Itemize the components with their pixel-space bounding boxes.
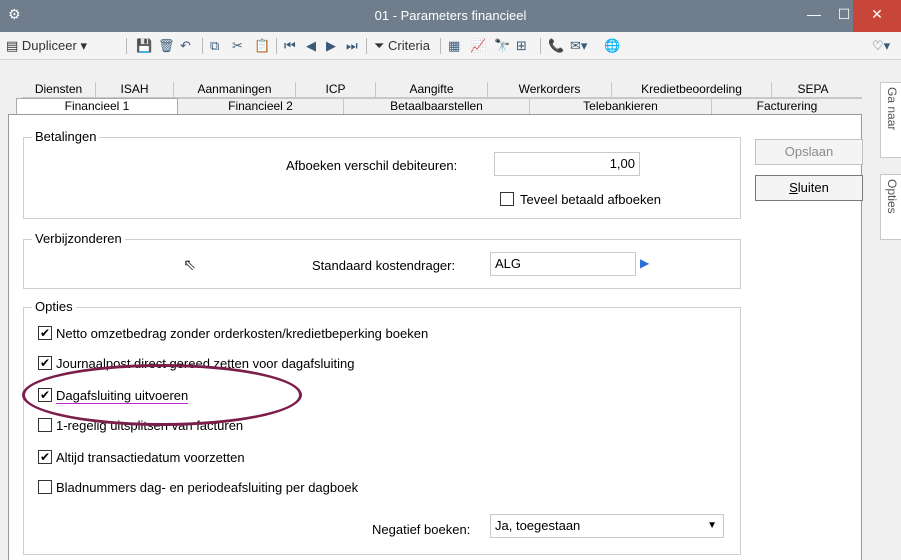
close-icon[interactable]: ✕ <box>853 0 901 32</box>
option-label-transactiedatum: Altijd transactiedatum voorzetten <box>56 450 245 465</box>
tab-aanmaningen[interactable]: Aanmaningen <box>174 82 296 98</box>
tab-diensten[interactable]: Diensten <box>22 82 96 98</box>
previous-record-icon[interactable]: ◀ <box>306 36 316 56</box>
mouse-cursor-icon: ⇖ <box>183 257 197 274</box>
tab-facturering[interactable]: Facturering <box>712 98 862 114</box>
globe-icon[interactable]: 🌐 <box>604 36 620 56</box>
option-checkbox-bladnummers[interactable] <box>38 480 52 494</box>
tab-betaalbaarstellen[interactable]: Betaalbaarstellen <box>344 98 530 114</box>
delete-icon[interactable]: 🗑 <box>158 36 175 56</box>
close-button[interactable]: Sluiten <box>755 175 863 201</box>
option-checkbox-transactiedatum[interactable]: ✔ <box>38 450 52 464</box>
grid-icon[interactable]: ⊞ <box>516 36 527 56</box>
binoculars-icon[interactable]: 🔭 <box>494 36 510 56</box>
teveel-label: Teveel betaald afboeken <box>520 192 661 207</box>
last-record-icon[interactable]: ⏭ <box>346 36 358 56</box>
option-label-netto: Netto omzetbedrag zonder orderkosten/kre… <box>56 326 429 341</box>
group-opties-title: Opties <box>32 299 76 314</box>
side-tab-opties[interactable]: Opties <box>880 174 901 240</box>
negatief-value: Ja, toegestaan <box>495 518 581 533</box>
undo-icon[interactable]: ↶ <box>180 36 191 56</box>
form-panel: Betalingen Afboeken verschil debiteuren:… <box>8 114 863 560</box>
tab-financieel-1[interactable]: Financieel 1 <box>16 98 178 115</box>
tab-telebankieren[interactable]: Telebankieren <box>530 98 712 114</box>
title-bar: ⚙ 01 - Parameters financieel — ☐ ✕ <box>0 0 901 32</box>
negatief-label: Negatief boeken: <box>372 522 471 537</box>
chevron-down-icon[interactable]: ▾ <box>80 38 87 53</box>
duplicate-label: Dupliceer <box>21 38 77 53</box>
kostendrager-label: Standaard kostendrager: <box>312 258 456 273</box>
toolbar-separator <box>540 38 541 54</box>
criteria-button[interactable]: ⏷ Criteria <box>374 36 430 56</box>
negatief-select[interactable]: Ja, toegestaan ▼ <box>490 514 724 538</box>
next-record-icon[interactable]: ▶ <box>326 36 336 56</box>
option-checkbox-uitsplitsen[interactable] <box>38 418 52 432</box>
tab-sepa[interactable]: SEPA <box>772 82 854 98</box>
tab-financieel-2[interactable]: Financieel 2 <box>178 98 344 114</box>
toolbar-separator <box>366 38 367 54</box>
toolbar-separator <box>202 38 203 54</box>
phone-icon[interactable]: 📞 <box>548 36 564 56</box>
toolbar-separator <box>440 38 441 54</box>
kostendrager-field[interactable]: ALG <box>490 252 636 276</box>
copy-icon[interactable]: ⧉ <box>210 36 219 56</box>
criteria-label: Criteria <box>388 38 430 53</box>
window-title: 01 - Parameters financieel <box>374 8 527 23</box>
cut-icon[interactable]: ✂ <box>232 36 243 56</box>
highlight-ellipse <box>22 364 302 426</box>
group-betalingen: Betalingen Afboeken verschil debiteuren:… <box>23 129 741 219</box>
heart-icon[interactable]: ♡▾ <box>872 36 890 56</box>
close-button-label: luiten <box>797 180 829 195</box>
group-verbijzonderen-title: Verbijzonderen <box>32 231 125 246</box>
tab-aangifte[interactable]: Aangifte <box>376 82 488 98</box>
teveel-checkbox[interactable] <box>500 192 514 206</box>
afboeken-field[interactable]: 1,00 <box>494 152 640 176</box>
option-checkbox-netto[interactable]: ✔ <box>38 326 52 340</box>
excel-icon[interactable]: ▦ <box>448 36 460 56</box>
paste-icon[interactable]: 📋 <box>254 36 270 56</box>
document-icon: ▤ <box>6 38 19 53</box>
toolbar-separator <box>126 38 127 54</box>
tab-row-1: Diensten ISAH Aanmaningen ICP Aangifte W… <box>22 82 862 98</box>
save-button[interactable]: Opslaan <box>755 139 863 165</box>
chevron-down-icon[interactable]: ▼ <box>707 515 717 537</box>
side-tab-opties-label: Opties <box>885 179 899 214</box>
group-verbijzonderen: Verbijzonderen Standaard kostendrager: A… <box>23 231 741 289</box>
tab-icp[interactable]: ICP <box>296 82 376 98</box>
group-betalingen-title: Betalingen <box>32 129 100 144</box>
tab-isah[interactable]: ISAH <box>96 82 174 98</box>
side-tab-ga-naar[interactable]: Ga naar <box>880 82 901 158</box>
tab-row-2: Financieel 1 Financieel 2 Betaalbaarstel… <box>16 98 870 115</box>
mail-icon[interactable]: ✉▾ <box>570 36 587 56</box>
group-opties: Opties ✔ Netto omzetbedrag zonder orderk… <box>23 299 741 555</box>
filter-icon: ⏷ <box>374 38 385 53</box>
option-checkbox-journaalpost[interactable]: ✔ <box>38 356 52 370</box>
side-tab-ga-naar-label: Ga naar <box>885 87 899 131</box>
afboeken-label: Afboeken verschil debiteuren: <box>286 158 458 173</box>
tab-werkorders[interactable]: Werkorders <box>488 82 612 98</box>
tab-kredietbeoordeling[interactable]: Kredietbeoordeling <box>612 82 772 98</box>
play-arrow-icon[interactable]: ▶ <box>640 256 649 270</box>
duplicate-button[interactable]: ▤ Dupliceer ▾ <box>6 36 87 56</box>
save-icon[interactable]: 💾 <box>136 36 152 56</box>
toolbar: ▤ Dupliceer ▾ 💾 🗑 ↶ ⧉ ✂ 📋 ⏮ ◀ ▶ ⏭ ⏷ Crit… <box>0 32 901 60</box>
chart-icon[interactable]: 📈 <box>470 36 486 56</box>
option-label-bladnummers: Bladnummers dag- en periodeafsluiting pe… <box>56 480 359 495</box>
first-record-icon[interactable]: ⏮ <box>284 36 296 56</box>
toolbar-separator <box>276 38 277 54</box>
